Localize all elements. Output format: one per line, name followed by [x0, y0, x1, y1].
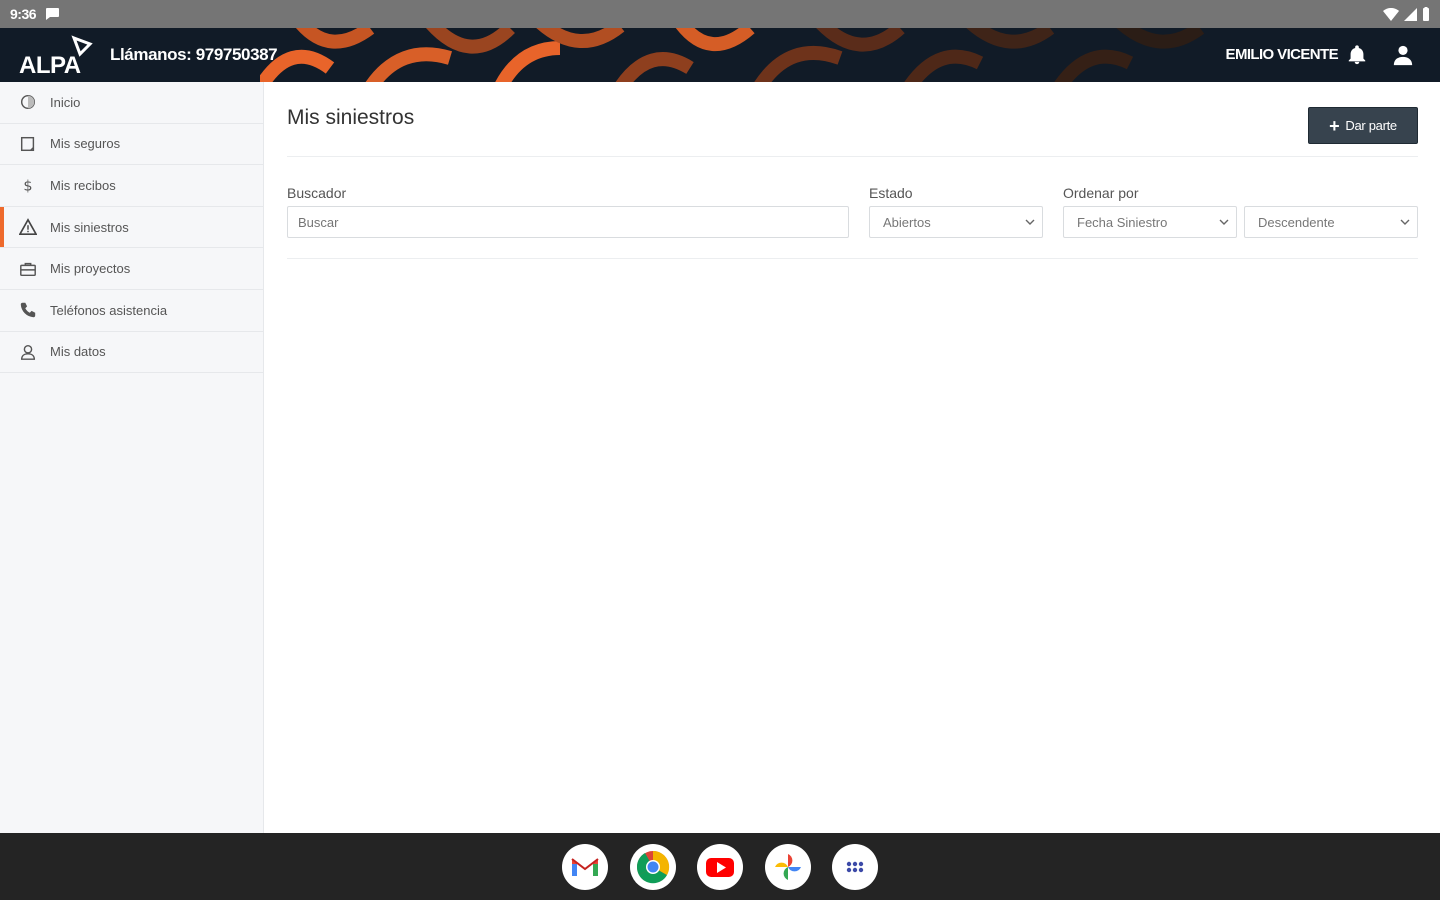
svg-text:$: $	[23, 179, 32, 195]
sidebar-item-label: Inicio	[50, 94, 81, 110]
divider	[287, 258, 1418, 259]
search-input[interactable]	[287, 206, 849, 238]
phone-label[interactable]: Llámanos: 979750387	[110, 45, 278, 65]
youtube-icon[interactable]	[697, 844, 743, 890]
main-content: Mis siniestros + Dar parte Buscador Esta…	[264, 82, 1440, 833]
sidebar-item-label: Teléfonos asistencia	[50, 302, 168, 318]
sidebar-item-mis-seguros[interactable]: Mis seguros	[0, 124, 263, 166]
user-icon[interactable]	[1392, 44, 1414, 66]
sidebar-item-telefonos-asistencia[interactable]: Teléfonos asistencia	[0, 290, 263, 332]
sidebar: Inicio Mis seguros $ Mis recibos Mis sin…	[0, 82, 264, 833]
page-title: Mis siniestros	[287, 106, 415, 129]
user-name[interactable]: EMILIO VICENTE	[1226, 46, 1339, 63]
battery-icon	[1423, 7, 1429, 21]
sidebar-item-mis-recibos[interactable]: $ Mis recibos	[0, 165, 263, 207]
sidebar-item-label: Mis siniestros	[50, 219, 129, 235]
sidebar-item-label: Mis recibos	[50, 177, 116, 193]
sidebar-item-mis-proyectos[interactable]: Mis proyectos	[0, 248, 263, 290]
user-icon	[18, 342, 38, 362]
order-value: Fecha Siniestro	[1077, 214, 1168, 230]
dar-parte-label: Dar parte	[1345, 118, 1397, 133]
phone-icon	[18, 300, 38, 320]
direction-value: Descendente	[1258, 214, 1335, 230]
header-pattern	[260, 28, 1205, 82]
sidebar-item-label: Mis proyectos	[50, 261, 131, 277]
order-select[interactable]: Fecha Siniestro	[1063, 206, 1237, 238]
estado-label: Estado	[869, 185, 913, 201]
sidebar-item-mis-siniestros[interactable]: Mis siniestros	[0, 206, 263, 249]
estado-select[interactable]: Abiertos	[869, 206, 1043, 238]
taskbar	[0, 833, 1440, 900]
gmail-icon[interactable]	[562, 844, 608, 890]
order-label: Ordenar por	[1063, 185, 1139, 201]
divider	[287, 156, 1418, 157]
direction-select[interactable]: Descendente	[1244, 206, 1418, 238]
sidebar-item-mis-datos[interactable]: Mis datos	[0, 332, 263, 374]
app-header: ALPA Llámanos: 979750387 EMILIO VICENTE	[0, 28, 1440, 82]
sidebar-item-label: Mis seguros	[50, 136, 121, 152]
status-time: 9:36	[10, 6, 37, 22]
signal-icon	[1404, 7, 1417, 21]
home-icon	[18, 92, 38, 112]
app-drawer-icon[interactable]	[832, 844, 878, 890]
dollar-icon: $	[18, 175, 38, 195]
estado-value: Abiertos	[883, 214, 931, 230]
search-label: Buscador	[287, 185, 347, 201]
photos-icon[interactable]	[765, 844, 811, 890]
chrome-icon[interactable]	[630, 844, 676, 890]
message-notification-icon	[46, 8, 60, 20]
dar-parte-button[interactable]: + Dar parte	[1308, 107, 1418, 144]
briefcase-icon	[18, 259, 38, 279]
chevron-down-icon	[1400, 219, 1410, 225]
chevron-down-icon	[1219, 219, 1229, 225]
sidebar-item-label: Mis datos	[50, 344, 106, 360]
bell-icon[interactable]	[1346, 44, 1368, 66]
status-bar: 9:36	[0, 0, 1440, 28]
logo-text: ALPA	[19, 52, 81, 79]
warning-icon	[18, 217, 38, 237]
wifi-icon	[1383, 7, 1399, 21]
plus-icon: +	[1329, 115, 1340, 136]
chevron-down-icon	[1025, 219, 1035, 225]
sidebar-item-inicio[interactable]: Inicio	[0, 82, 263, 124]
document-icon	[18, 134, 38, 154]
